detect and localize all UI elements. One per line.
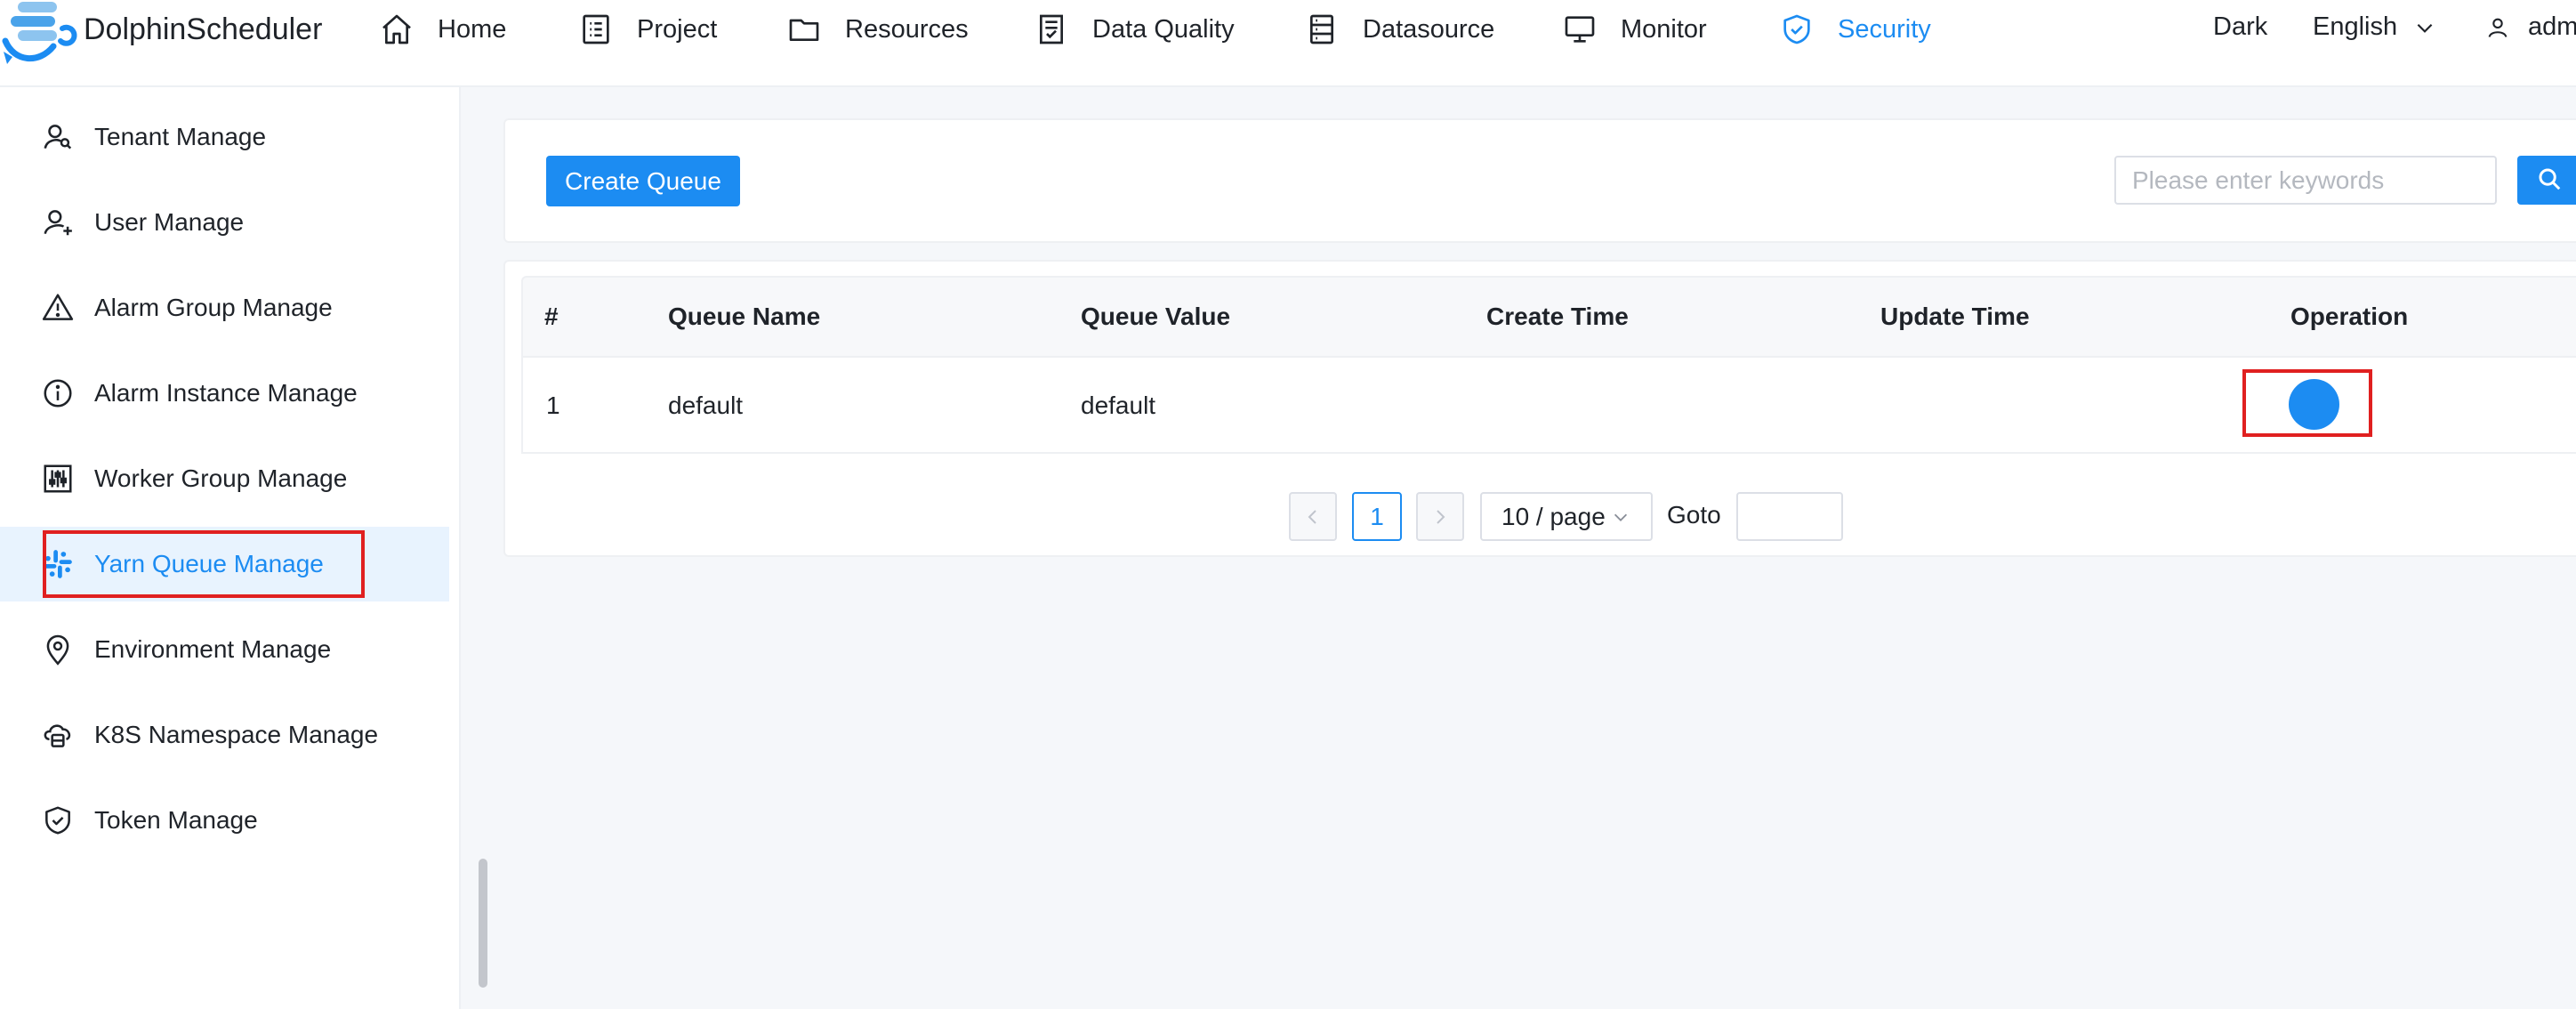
nav-label: Security xyxy=(1838,14,1931,44)
brand-name[interactable]: DolphinScheduler xyxy=(84,12,322,47)
user-name: adm xyxy=(2528,12,2576,41)
language-label: English xyxy=(2313,12,2398,41)
page-number-button[interactable]: 1 xyxy=(1352,492,1402,541)
shield-icon xyxy=(1783,14,1810,44)
nav-resources[interactable]: Resources xyxy=(786,9,969,50)
nav-label: Datasource xyxy=(1363,14,1495,44)
chevron-down-icon xyxy=(2417,23,2433,33)
column-header-queue-value: Queue Value xyxy=(1081,303,1231,330)
sidebar-item-tenant-manage[interactable]: Tenant Manage xyxy=(0,100,449,174)
nav-security[interactable]: Security xyxy=(1779,9,1931,50)
sidebar-item-token-manage[interactable]: Token Manage xyxy=(0,783,449,858)
user-add-icon xyxy=(44,210,72,236)
safety-icon xyxy=(45,806,70,835)
data-quality-icon xyxy=(1040,14,1063,44)
location-icon xyxy=(46,634,69,666)
sidebar-item-label: K8S Namespace Manage xyxy=(94,721,379,748)
search-input[interactable] xyxy=(2114,156,2497,205)
page-size-select[interactable]: 10 / page xyxy=(1480,492,1653,541)
row-index: 1 xyxy=(546,391,560,419)
sidebar-item-k8s-namespace-manage[interactable]: K8S Namespace Manage xyxy=(0,698,449,772)
slack-icon xyxy=(44,550,72,578)
column-header-update-time: Update Time xyxy=(1880,303,2030,330)
sidebar-item-label: User Manage xyxy=(94,208,245,236)
cloud-server-icon xyxy=(44,724,71,747)
dolphinscheduler-logo xyxy=(2,2,77,64)
sidebar-item-label: Worker Group Manage xyxy=(94,464,348,492)
chevron-left-icon xyxy=(1308,509,1316,524)
sidebar-item-user-manage[interactable]: User Manage xyxy=(0,185,449,260)
queue-value-cell: default xyxy=(1081,391,1156,419)
create-queue-button[interactable]: Create Queue xyxy=(546,156,740,206)
nav-monitor[interactable]: Monitor xyxy=(1562,9,1707,50)
nav-datasource[interactable]: Datasource xyxy=(1304,9,1494,50)
folder-icon xyxy=(789,19,819,42)
nav-label: Home xyxy=(438,14,507,44)
project-icon xyxy=(583,14,609,44)
edit-button[interactable] xyxy=(2289,379,2339,430)
nav-home[interactable]: Home xyxy=(379,9,506,50)
search-button[interactable] xyxy=(2517,156,2576,205)
user-icon xyxy=(2488,18,2508,37)
column-header-create-time: Create Time xyxy=(1486,303,1629,330)
column-header-queue-name: Queue Name xyxy=(668,303,821,330)
sidebar-item-environment-manage[interactable]: Environment Manage xyxy=(0,612,449,687)
sidebar-item-label: Alarm Instance Manage xyxy=(94,379,358,407)
sidebar-item-label: Environment Manage xyxy=(94,635,332,663)
sidebar: Tenant Manage User Manage Alarm Group Ma… xyxy=(0,87,461,1009)
info-icon xyxy=(44,379,72,408)
sidebar-item-worker-group-manage[interactable]: Worker Group Manage xyxy=(0,441,449,516)
sidebar-item-label: Tenant Manage xyxy=(94,123,267,150)
tenant-icon xyxy=(44,125,72,149)
sidebar-item-yarn-queue-manage[interactable]: Yarn Queue Manage xyxy=(0,527,449,601)
goto-input[interactable] xyxy=(1736,492,1843,541)
nav-label: Data Quality xyxy=(1092,14,1235,44)
datasource-icon xyxy=(1310,14,1333,44)
nav-label: Project xyxy=(637,14,718,44)
sidebar-item-alarm-group-manage[interactable]: Alarm Group Manage xyxy=(0,270,449,345)
monitor-icon xyxy=(1565,16,1595,43)
nav-project[interactable]: Project xyxy=(578,9,717,50)
home-icon xyxy=(382,14,411,44)
sidebar-item-label: Alarm Group Manage xyxy=(94,294,333,321)
user-menu[interactable]: adm xyxy=(2485,12,2576,42)
nav-data-quality[interactable]: Data Quality xyxy=(1034,9,1235,50)
nav-label: Resources xyxy=(845,14,969,44)
sidebar-scrollbar[interactable] xyxy=(479,859,487,988)
chevron-down-icon xyxy=(1614,513,1627,521)
page-size-label: 10 / page xyxy=(1501,502,1606,530)
nav-label: Monitor xyxy=(1621,14,1707,44)
sidebar-item-label: Yarn Queue Manage xyxy=(94,550,324,577)
chevron-right-icon xyxy=(1437,509,1445,524)
search-icon xyxy=(2539,168,2561,190)
goto-label: Goto xyxy=(1667,501,1721,529)
prev-page-button[interactable] xyxy=(1289,492,1337,541)
language-select[interactable]: English xyxy=(2313,12,2436,42)
sidebar-item-label: Token Manage xyxy=(94,806,258,834)
sliders-icon xyxy=(44,464,72,493)
column-header-index: # xyxy=(544,303,559,330)
queue-name-cell: default xyxy=(668,391,744,419)
top-navbar: DolphinScheduler Home Project Resources … xyxy=(0,0,2576,87)
column-header-operation: Operation xyxy=(2290,303,2409,330)
theme-toggle[interactable]: Dark xyxy=(2213,12,2267,42)
warning-icon xyxy=(42,294,74,320)
next-page-button[interactable] xyxy=(1416,492,1464,541)
table-row xyxy=(521,358,2576,454)
sidebar-item-alarm-instance-manage[interactable]: Alarm Instance Manage xyxy=(0,356,449,431)
